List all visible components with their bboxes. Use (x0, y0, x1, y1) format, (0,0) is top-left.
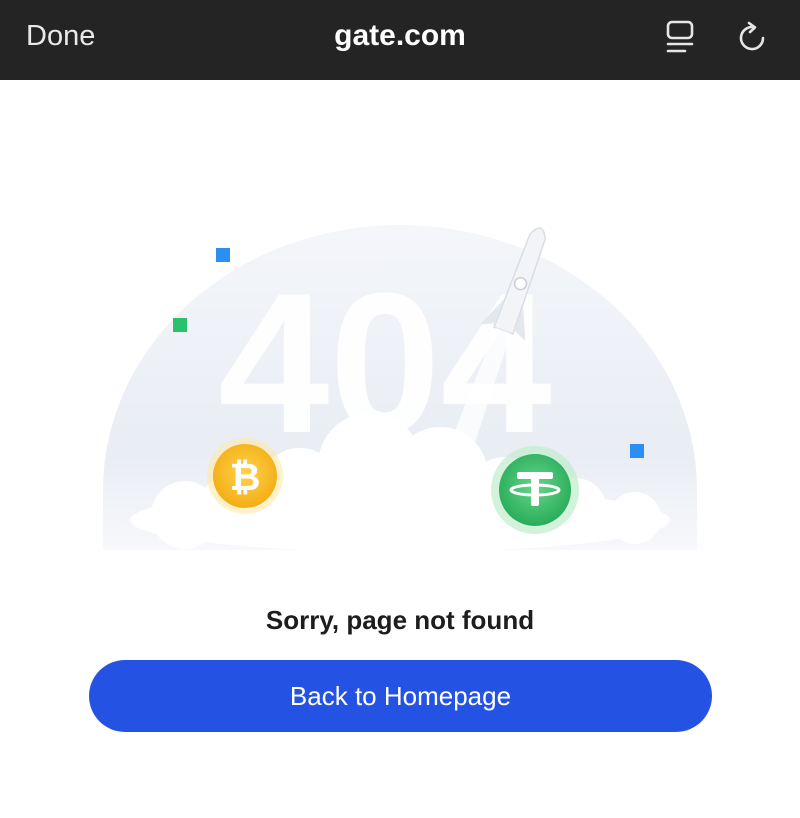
reload-glyph (739, 21, 765, 51)
reader-mode-glyph (666, 20, 694, 53)
error-message: Sorry, page not found (265, 605, 535, 635)
reader-mode-icon[interactable] (660, 18, 700, 58)
bitcoin-icon: ₿ (207, 438, 283, 514)
back-to-homepage-button[interactable]: Back to Homepage (89, 660, 712, 732)
svg-text:₿: ₿ (230, 457, 261, 499)
reload-icon[interactable] (732, 18, 772, 58)
decor-square-green (173, 318, 187, 332)
url-text[interactable]: gate.com (334, 19, 466, 52)
404-illustration-art: 404 ₿ (103, 225, 697, 552)
tether-icon (491, 446, 579, 534)
browser-toolbar: Done gate.com (0, 0, 800, 80)
404-illustration: 404 ₿ (95, 220, 705, 580)
done-button[interactable]: Done (26, 18, 95, 54)
decor-square-blue-right (630, 444, 644, 458)
decor-square-blue (216, 248, 230, 262)
